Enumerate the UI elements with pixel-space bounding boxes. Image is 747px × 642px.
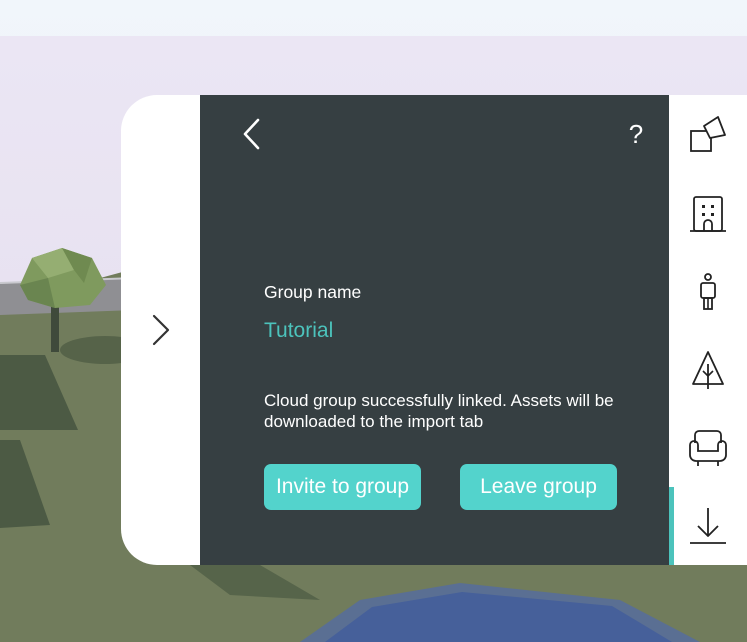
download-icon (690, 508, 726, 544)
group-name-label: Group name (264, 282, 362, 302)
toolbar-item-shapes[interactable] (669, 97, 747, 175)
toolbar-item-buildings[interactable] (669, 175, 747, 253)
leave-group-button[interactable]: Leave group (460, 464, 617, 510)
back-button[interactable] (240, 117, 266, 151)
group-name-value: Tutorial (264, 319, 334, 342)
category-toolbar (669, 95, 747, 565)
toolbar-item-nature[interactable] (669, 331, 747, 409)
status-message: Cloud group successfully linked. Assets … (264, 391, 614, 431)
invite-to-group-button[interactable]: Invite to group (264, 464, 421, 510)
side-panel: ? Group name Tutorial Cloud group succes… (121, 95, 747, 565)
armchair-icon (689, 430, 727, 466)
expand-panel-button[interactable] (121, 95, 200, 565)
chevron-right-icon (152, 314, 169, 346)
building-icon (690, 196, 726, 232)
chevron-left-icon (243, 118, 260, 150)
help-button[interactable]: ? (624, 119, 648, 149)
toolbar-item-furniture[interactable] (669, 409, 747, 487)
toolbar-item-people[interactable] (669, 253, 747, 331)
shapes-icon (690, 116, 726, 152)
toolbar-item-download[interactable] (669, 487, 747, 565)
tree-icon (692, 351, 724, 389)
cloud-group-panel: ? Group name Tutorial Cloud group succes… (200, 95, 669, 565)
person-icon (700, 273, 716, 310)
